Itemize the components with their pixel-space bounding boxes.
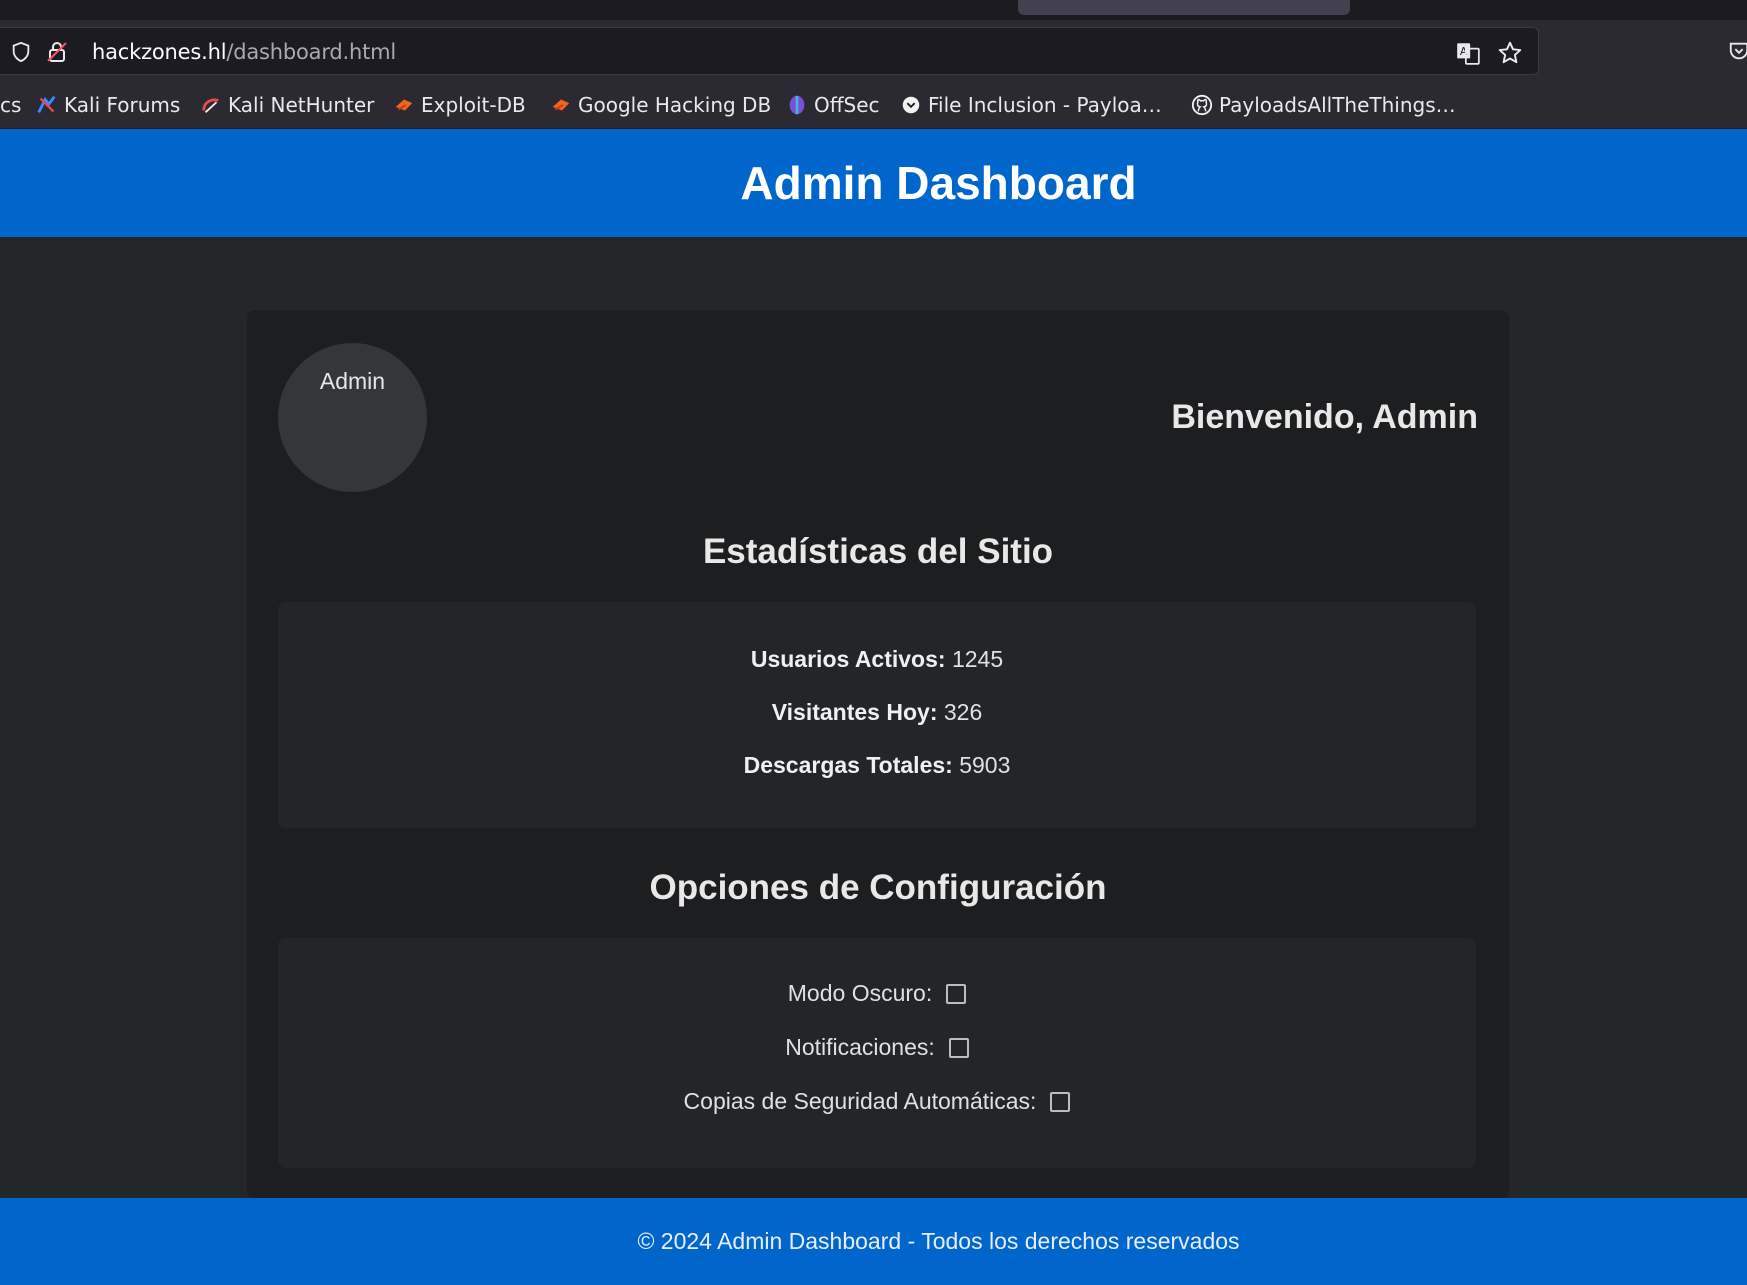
exploit-db-icon (395, 99, 413, 111)
github-icon (1191, 94, 1213, 116)
stat-value: 326 (943, 699, 983, 725)
bookmark-label: Google Hacking DB (578, 93, 772, 117)
option-label: Copias de Seguridad Automáticas: (683, 1088, 1037, 1114)
lock-icon[interactable] (45, 40, 69, 64)
stat-label: Descargas Totales: (743, 752, 953, 778)
bookmark-label: PayloadsAllTheThings… (1219, 93, 1456, 117)
kali-nethunter-icon (202, 98, 219, 114)
bookmark-label: OffSec (814, 93, 880, 117)
bookmark-label: Kali NetHunter (228, 93, 375, 117)
url-text[interactable]: hackzones.hl/dashboard.html (92, 40, 396, 64)
bookmark-star-icon[interactable] (1497, 40, 1523, 66)
dashboard-card: Admin Bienvenido, Admin Estadísticas del… (247, 310, 1509, 1199)
shield-icon[interactable] (10, 41, 32, 63)
payloads-icon (902, 96, 920, 114)
stat-value: 1245 (951, 646, 1004, 672)
tab-strip (0, 0, 1747, 20)
bookmark-label: cs (0, 93, 22, 117)
bookmark-offsec[interactable]: OffSec (786, 92, 880, 118)
notifications-checkbox[interactable] (948, 1037, 969, 1058)
stat-value: 5903 (959, 752, 1011, 778)
bookmark-ghdb[interactable]: Google Hacking DB (550, 92, 771, 118)
page-footer: © 2024 Admin Dashboard - Todos los derec… (0, 1198, 1747, 1285)
bookmark-label: Exploit-DB (421, 93, 526, 117)
ghdb-icon (552, 99, 570, 111)
avatar: Admin (278, 343, 427, 492)
stats-title: Estadísticas del Sitio (702, 532, 1054, 571)
stat-label: Usuarios Activos: (750, 646, 946, 672)
dark-mode-checkbox[interactable] (946, 983, 967, 1004)
bookmark-kali-docs[interactable]: cs (0, 92, 21, 118)
auto-backup-checkbox[interactable] (1050, 1091, 1071, 1112)
browser-toolbar: hackzones.hl/dashboard.html A (0, 20, 1747, 82)
bookmark-payloadsallthethings[interactable]: PayloadsAllTheThings… (1191, 92, 1456, 118)
bookmark-label: File Inclusion - Payloa… (928, 93, 1162, 117)
option-notifications[interactable]: Notificaciones: (278, 1034, 1476, 1061)
footer-text: © 2024 Admin Dashboard - Todos los derec… (637, 1228, 1240, 1254)
config-title: Opciones de Configuración (649, 868, 1107, 907)
welcome-message: Bienvenido, Admin (1171, 398, 1478, 436)
page-title: Admin Dashboard (740, 157, 1137, 209)
bookmark-label: Kali Forums (64, 93, 181, 117)
pocket-icon[interactable] (1728, 40, 1747, 62)
bookmark-kali-forums[interactable]: Kali Forums (36, 92, 180, 118)
bookmarks-bar: cs Kali Forums Kali NetHunter Exploit-DB… (0, 82, 1747, 129)
stat-total-downloads: Descargas Totales: 5903 (278, 752, 1476, 779)
bookmark-kali-nethunter[interactable]: Kali NetHunter (200, 92, 374, 118)
page-viewport: Admin Dashboard Admin Bienvenido, Admin … (0, 129, 1747, 1285)
stat-active-users: Usuarios Activos: 1245 (278, 646, 1476, 673)
translate-icon[interactable]: A (1455, 40, 1481, 66)
url-host: hackzones.hl (92, 40, 227, 64)
bookmark-exploit-db[interactable]: Exploit-DB (393, 92, 526, 118)
option-dark-mode[interactable]: Modo Oscuro: (278, 980, 1476, 1007)
option-label: Notificaciones: (785, 1034, 935, 1060)
stat-visitors-today: Visitantes Hoy: 326 (278, 699, 1476, 726)
active-tab[interactable] (1018, 0, 1350, 15)
stat-label: Visitantes Hoy: (771, 699, 938, 725)
option-label: Modo Oscuro: (787, 980, 933, 1006)
avatar-label: Admin (319, 368, 386, 394)
kali-forums-icon (37, 95, 56, 113)
url-path: /dashboard.html (226, 40, 397, 64)
option-auto-backup[interactable]: Copias de Seguridad Automáticas: (278, 1088, 1476, 1115)
bookmark-file-inclusion[interactable]: File Inclusion - Payloa… (900, 92, 1162, 118)
offsec-icon (789, 95, 805, 115)
config-panel: Modo Oscuro: Notificaciones: Copias de S… (278, 938, 1476, 1168)
stats-panel: Usuarios Activos: 1245 Visitantes Hoy: 3… (278, 602, 1476, 828)
page-header: Admin Dashboard (0, 129, 1747, 237)
url-bar[interactable]: hackzones.hl/dashboard.html A (0, 27, 1539, 75)
